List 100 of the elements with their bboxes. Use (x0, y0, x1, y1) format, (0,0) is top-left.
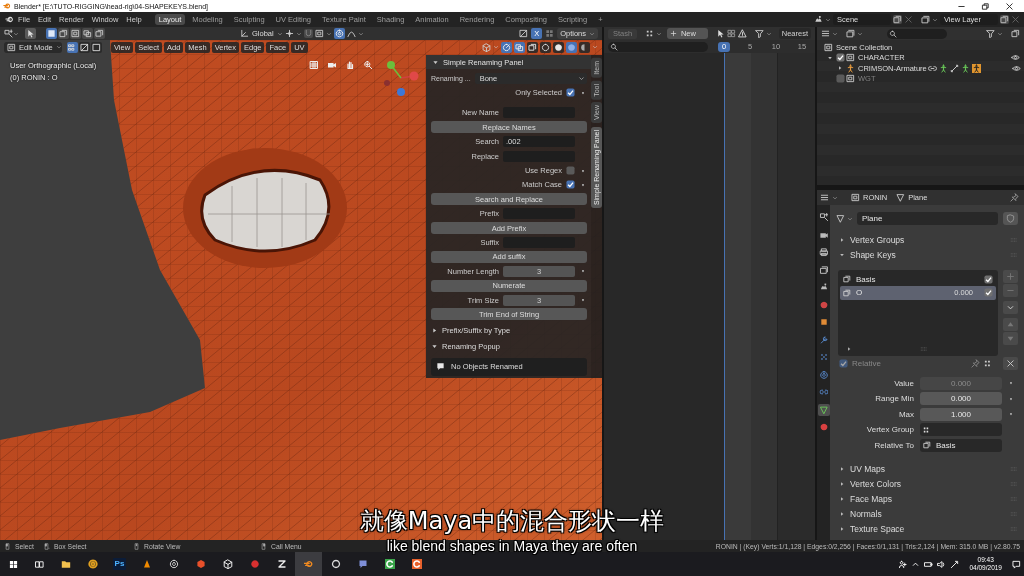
person-plus-icon[interactable] (898, 559, 908, 569)
eye-icon[interactable] (1011, 53, 1020, 63)
vertex-select-icon[interactable] (984, 359, 993, 368)
round-logo-icon[interactable] (87, 559, 98, 569)
tool-settings-icon[interactable] (4, 29, 13, 38)
chevron-down-icon[interactable] (295, 30, 302, 37)
datablock-field[interactable]: Plane (857, 212, 998, 225)
squares-subtract-icon[interactable] (70, 28, 81, 39)
panel-header[interactable]: Face Maps (836, 491, 1018, 506)
copy-icon[interactable] (1000, 15, 1009, 24)
snap-target-icon[interactable] (314, 29, 324, 38)
stacked-squares-icon[interactable] (527, 41, 538, 53)
restore-icon[interactable] (981, 1, 990, 11)
filter-icon[interactable] (754, 29, 764, 38)
hexagon-icon[interactable] (195, 559, 206, 569)
new-collection-icon[interactable] (1011, 29, 1020, 38)
squares-invert-icon[interactable] (82, 28, 93, 39)
search-field[interactable] (887, 28, 947, 39)
warning-icon[interactable] (737, 29, 747, 38)
close-icon[interactable] (1005, 1, 1014, 11)
panel-header[interactable]: Texture Space (836, 521, 1018, 536)
move-up-icon[interactable] (1003, 317, 1018, 331)
target-icon[interactable] (168, 559, 179, 569)
dots-grid-icon[interactable] (645, 29, 655, 38)
chevron-down-icon[interactable] (857, 30, 863, 37)
layers-icon[interactable] (921, 15, 930, 24)
taskbar-app[interactable]: Ps (113, 558, 126, 570)
zigzag-icon[interactable] (276, 559, 287, 569)
tiles-icon[interactable] (726, 29, 736, 38)
traffic-cone-icon[interactable] (141, 559, 152, 569)
app-logo-icon[interactable] (5, 15, 14, 24)
chevron-down-icon[interactable] (656, 30, 663, 37)
disclosure-triangle-icon[interactable] (827, 54, 833, 61)
eye-icon[interactable] (1011, 63, 1021, 73)
triangle-mesh-icon[interactable] (817, 403, 830, 416)
properties-editor-icon[interactable] (820, 193, 829, 202)
vertex-select-icon[interactable] (67, 41, 78, 53)
checkbox[interactable] (566, 88, 575, 98)
checkbox[interactable] (566, 166, 575, 176)
number-field[interactable]: 1.000 (920, 407, 1002, 421)
scene-shapes-icon[interactable] (814, 15, 823, 24)
pin-icon[interactable] (971, 359, 980, 368)
panel-header[interactable]: Vertex Groups (836, 232, 1018, 248)
pivot-icon[interactable] (284, 29, 294, 38)
disclosure-triangle-icon[interactable] (837, 65, 843, 72)
falloff-curve-icon[interactable] (346, 29, 356, 38)
chevron-down-icon[interactable] (357, 30, 364, 37)
pin-icon[interactable] (1010, 193, 1019, 202)
list-icon[interactable] (821, 29, 830, 38)
chevron-down-icon[interactable] (932, 16, 938, 23)
squares-intersect-icon[interactable] (94, 28, 105, 39)
orbit-logo-icon[interactable] (295, 552, 322, 576)
triangle-mesh-icon[interactable] (836, 214, 845, 223)
checkbox[interactable] (566, 180, 575, 190)
checkbox[interactable] (984, 274, 993, 284)
folder-icon[interactable] (60, 559, 71, 569)
resize-grip-icon[interactable] (920, 344, 928, 353)
checkbox[interactable] (984, 288, 993, 298)
panel-header[interactable]: Vertex Colors (836, 476, 1018, 491)
camera-icon[interactable] (327, 60, 337, 70)
shield-icon[interactable] (1003, 212, 1018, 225)
copy-icon[interactable] (893, 15, 902, 24)
checkbox[interactable] (836, 74, 845, 84)
vertex-group-field[interactable] (920, 423, 1002, 437)
battery-icon[interactable] (924, 559, 934, 569)
edge-select-icon[interactable] (79, 41, 90, 53)
hand-icon[interactable] (345, 60, 355, 70)
overlapping-squares-icon[interactable] (514, 41, 525, 53)
tool-icon[interactable] (817, 211, 830, 223)
grid-icon[interactable] (309, 60, 319, 70)
squares-union-icon[interactable] (58, 28, 69, 39)
magnet-icon[interactable] (303, 29, 313, 38)
expand-triangle-icon[interactable] (846, 345, 852, 352)
diagonal-arrow-icon[interactable] (950, 559, 960, 569)
shape-key-field[interactable]: Basis (920, 438, 1002, 452)
face-select-icon[interactable] (91, 41, 102, 53)
filter-icon[interactable] (986, 29, 995, 38)
chevron-down-icon[interactable] (765, 30, 772, 37)
printer-icon[interactable] (817, 246, 830, 258)
chat-bubble-icon[interactable] (357, 559, 368, 569)
arc-tile-icon[interactable] (411, 559, 422, 569)
windows-logo-icon[interactable] (8, 559, 18, 569)
filled-square-icon[interactable] (46, 28, 57, 39)
circle-logo-icon[interactable] (249, 559, 260, 569)
number-field[interactable]: 0.000 (920, 392, 1002, 406)
panel-header[interactable]: UV Maps (836, 461, 1018, 476)
chevron-down-icon[interactable] (1003, 300, 1018, 314)
ring-icon[interactable] (330, 559, 341, 569)
arc-tile-icon[interactable] (384, 559, 395, 569)
wireframe-sphere-icon[interactable] (540, 41, 551, 53)
proportional-circle-icon[interactable] (333, 28, 345, 39)
panel-header[interactable]: Normals (836, 506, 1018, 521)
close-icon[interactable] (1003, 357, 1018, 370)
layers-icon[interactable] (846, 29, 855, 38)
cursor-icon[interactable] (715, 29, 725, 38)
panel-header[interactable]: Shape Keys (836, 247, 1018, 263)
chevron-down-icon[interactable] (997, 30, 1003, 37)
move-down-icon[interactable] (1003, 331, 1018, 345)
notification-icon[interactable] (1012, 559, 1021, 569)
list-row[interactable]: Basis (840, 272, 996, 286)
